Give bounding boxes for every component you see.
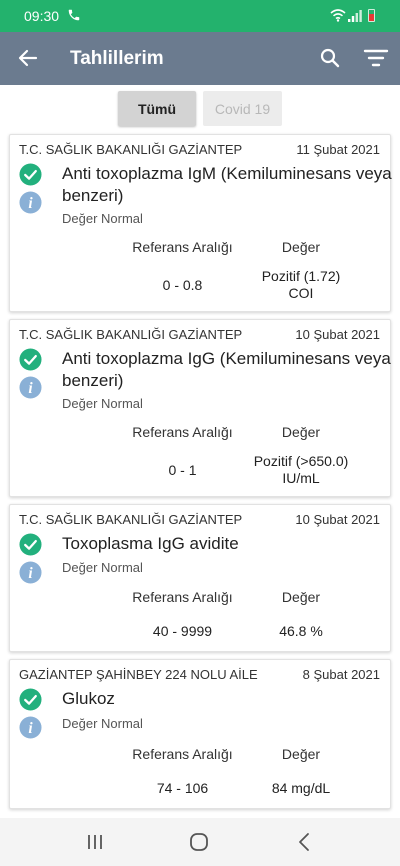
reference-range-value: 40 - 9999 xyxy=(152,623,213,639)
search-icon[interactable] xyxy=(318,46,342,70)
institution-name: GAZİANTEP ŞAHİNBEY 224 NOLU AİLE xyxy=(19,667,258,682)
result-date: 10 Şubat 2021 xyxy=(295,327,380,342)
reference-range-header: Referans Aralığı xyxy=(132,424,233,440)
status-time: 09:30 xyxy=(24,8,60,24)
result-value: Pozitif (>650.0) IU/mL xyxy=(241,453,361,487)
svg-text:i: i xyxy=(28,720,33,737)
institution-name: T.C. SAĞLIK BAKANLIĞI GAZİANTEP xyxy=(19,142,243,157)
result-status: Değer Normal xyxy=(62,396,143,411)
result-card[interactable]: T.C. SAĞLIK BAKANLIĞI GAZİANTEP 11 Şubat… xyxy=(9,134,392,312)
status-bar: 09:30 xyxy=(0,0,400,32)
filter-icon[interactable] xyxy=(362,46,390,70)
reference-range-value: 0 - 1 xyxy=(168,462,197,478)
page-title: Tahlillerim xyxy=(70,48,164,69)
institution-name: T.C. SAĞLIK BAKANLIĞI GAZİANTEP xyxy=(19,512,243,527)
tab-covid-19[interactable]: Covid 19 xyxy=(203,91,282,126)
system-nav-bar xyxy=(0,818,400,866)
result-card[interactable]: T.C. SAĞLIK BAKANLIĞI GAZİANTEP 10 Şubat… xyxy=(9,504,391,652)
reference-range-value: 74 - 106 xyxy=(156,780,209,796)
svg-text:i: i xyxy=(28,565,33,582)
result-status: Değer Normal xyxy=(62,560,143,575)
recent-apps-icon[interactable] xyxy=(86,834,104,850)
results-list: Tümü Covid 19 T.C. SAĞLIK BAKANLIĞI GAZİ… xyxy=(0,85,400,818)
result-status: Değer Normal xyxy=(62,716,143,731)
svg-text:i: i xyxy=(28,380,33,397)
tab-all[interactable]: Tümü xyxy=(118,91,196,126)
reference-range-header: Referans Aralığı xyxy=(132,746,233,762)
wifi-icon xyxy=(330,9,346,22)
result-date: 11 Şubat 2021 xyxy=(296,142,380,157)
value-header: Değer xyxy=(281,589,321,605)
value-header: Değer xyxy=(281,746,321,762)
signal-icon xyxy=(348,10,362,22)
check-circle-icon xyxy=(19,163,42,186)
test-name: Anti toxoplazma IgM (Kemiluminesans veya… xyxy=(62,164,392,205)
value-header: Değer xyxy=(281,239,321,255)
home-icon[interactable] xyxy=(189,832,209,852)
check-circle-icon xyxy=(19,348,42,371)
result-card[interactable]: T.C. SAĞLIK BAKANLIĞI GAZİANTEP 10 Şubat… xyxy=(9,319,391,497)
info-icon[interactable]: i xyxy=(19,191,42,214)
value-header: Değer xyxy=(281,424,321,440)
back-arrow-icon[interactable] xyxy=(16,46,40,70)
svg-text:i: i xyxy=(28,195,33,212)
test-name: Anti toxoplazma IgG (Kemiluminesans veya… xyxy=(62,349,391,390)
filter-tabs: Tümü Covid 19 xyxy=(0,91,400,127)
result-date: 10 Şubat 2021 xyxy=(295,512,380,527)
institution-name: T.C. SAĞLIK BAKANLIĞI GAZİANTEP xyxy=(19,327,243,342)
result-status: Değer Normal xyxy=(62,211,143,226)
result-value: Pozitif (1.72) COI xyxy=(241,268,361,302)
app-bar: Tahlillerim xyxy=(0,32,400,85)
battery-icon xyxy=(368,9,375,22)
test-name: Toxoplasma IgG avidite xyxy=(62,534,239,553)
nav-back-icon[interactable] xyxy=(297,832,311,852)
reference-range-value: 0 - 0.8 xyxy=(162,277,203,293)
reference-range-header: Referans Aralığı xyxy=(132,239,233,255)
info-icon[interactable]: i xyxy=(19,376,42,399)
phone-call-icon xyxy=(68,9,80,21)
result-unit: IU/mL xyxy=(282,470,320,486)
test-name: Glukoz xyxy=(62,689,115,708)
result-value: 84 mg/dL xyxy=(271,780,331,796)
result-date: 8 Şubat 2021 xyxy=(302,667,380,682)
info-icon[interactable]: i xyxy=(19,716,42,739)
info-icon[interactable]: i xyxy=(19,561,42,584)
result-value-text: Pozitif (1.72) xyxy=(261,268,341,284)
result-unit: COI xyxy=(288,285,314,301)
result-card[interactable]: GAZİANTEP ŞAHİNBEY 224 NOLU AİLE 8 Şubat… xyxy=(9,659,391,809)
check-circle-icon xyxy=(19,688,42,711)
reference-range-header: Referans Aralığı xyxy=(132,589,233,605)
result-value-text: Pozitif (>650.0) xyxy=(253,453,349,469)
result-value: 46.8 % xyxy=(279,623,323,639)
check-circle-icon xyxy=(19,533,42,556)
